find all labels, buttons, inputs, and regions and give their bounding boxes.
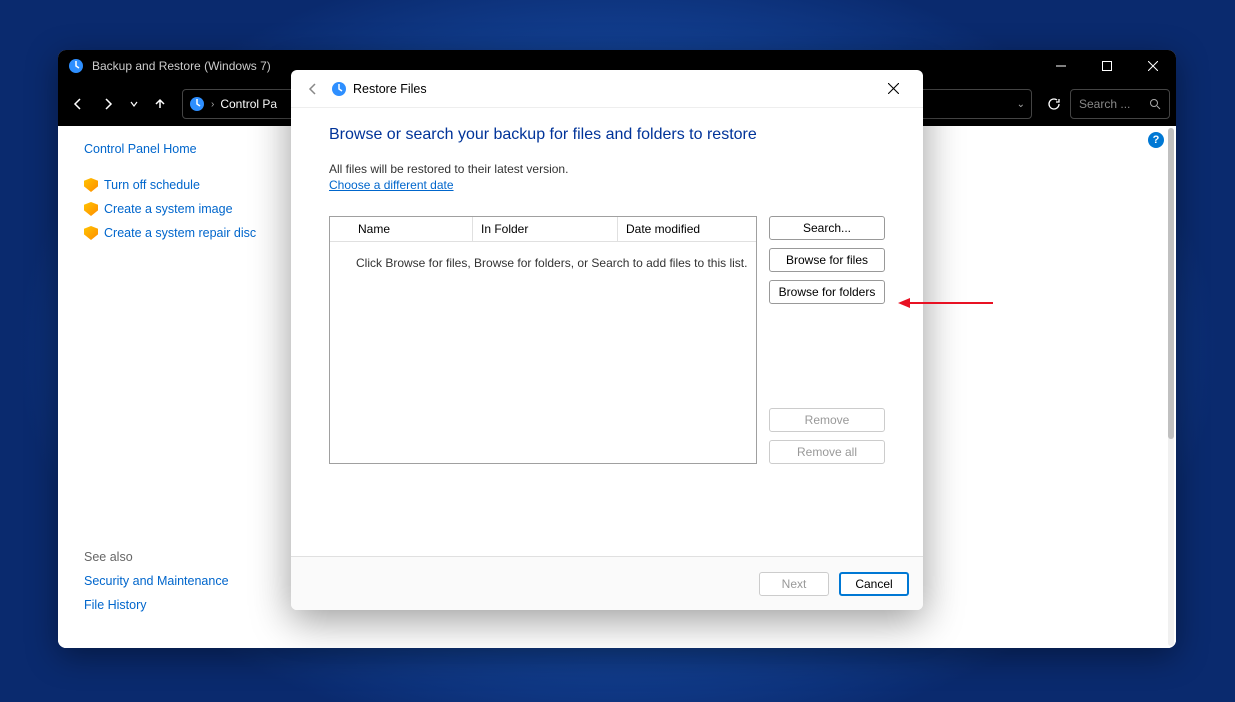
next-button: Next <box>759 572 829 596</box>
search-icon <box>1149 98 1161 110</box>
refresh-button[interactable] <box>1040 90 1068 118</box>
scrollbar[interactable] <box>1168 128 1174 646</box>
file-list[interactable]: Name In Folder Date modified Click Brows… <box>329 216 757 464</box>
column-in-folder[interactable]: In Folder <box>473 217 618 241</box>
shield-icon <box>84 226 98 240</box>
sidebar-item-create-repair-disc[interactable]: Create a system repair disc <box>84 226 280 240</box>
restore-files-icon <box>331 81 347 97</box>
forward-button[interactable] <box>94 90 122 118</box>
see-also-file-history[interactable]: File History <box>84 598 229 612</box>
sidebar-item-turn-off-schedule[interactable]: Turn off schedule <box>84 178 280 192</box>
dialog-heading: Browse or search your backup for files a… <box>329 126 885 144</box>
dialog-close-button[interactable] <box>873 75 913 103</box>
cancel-button[interactable]: Cancel <box>839 572 909 596</box>
sidebar: Control Panel Home Turn off schedule Cre… <box>58 126 280 648</box>
control-panel-home-link[interactable]: Control Panel Home <box>84 142 280 156</box>
sidebar-item-create-system-image[interactable]: Create a system image <box>84 202 280 216</box>
remove-button: Remove <box>769 408 885 432</box>
up-button[interactable] <box>146 90 174 118</box>
see-also-security[interactable]: Security and Maintenance <box>84 574 229 588</box>
window-title: Backup and Restore (Windows 7) <box>92 59 271 73</box>
history-dropdown[interactable] <box>124 90 144 118</box>
dialog-back-button[interactable] <box>301 77 325 101</box>
close-button[interactable] <box>1130 50 1176 82</box>
see-also-heading: See also <box>84 550 229 564</box>
shield-icon <box>84 178 98 192</box>
breadcrumb-text: Control Pa <box>220 97 277 111</box>
backup-restore-icon <box>189 96 205 112</box>
backup-restore-icon <box>68 58 84 74</box>
chevron-down-icon[interactable]: ⌄ <box>1017 99 1025 110</box>
browse-files-button[interactable]: Browse for files <box>769 248 885 272</box>
column-name[interactable]: Name <box>330 217 473 241</box>
minimize-button[interactable] <box>1038 50 1084 82</box>
dialog-title: Restore Files <box>353 82 427 96</box>
remove-all-button: Remove all <box>769 440 885 464</box>
back-button[interactable] <box>64 90 92 118</box>
browse-folders-button[interactable]: Browse for folders <box>769 280 885 304</box>
restore-files-dialog: Restore Files Browse or search your back… <box>291 70 923 610</box>
search-button[interactable]: Search... <box>769 216 885 240</box>
search-input[interactable]: Search ... <box>1070 89 1170 119</box>
file-list-empty-text: Click Browse for files, Browse for folde… <box>330 242 756 278</box>
dialog-info-text: All files will be restored to their late… <box>329 162 885 176</box>
help-icon[interactable]: ? <box>1148 132 1164 148</box>
shield-icon <box>84 202 98 216</box>
maximize-button[interactable] <box>1084 50 1130 82</box>
choose-different-date-link[interactable]: Choose a different date <box>329 178 885 192</box>
column-date-modified[interactable]: Date modified <box>618 217 756 241</box>
